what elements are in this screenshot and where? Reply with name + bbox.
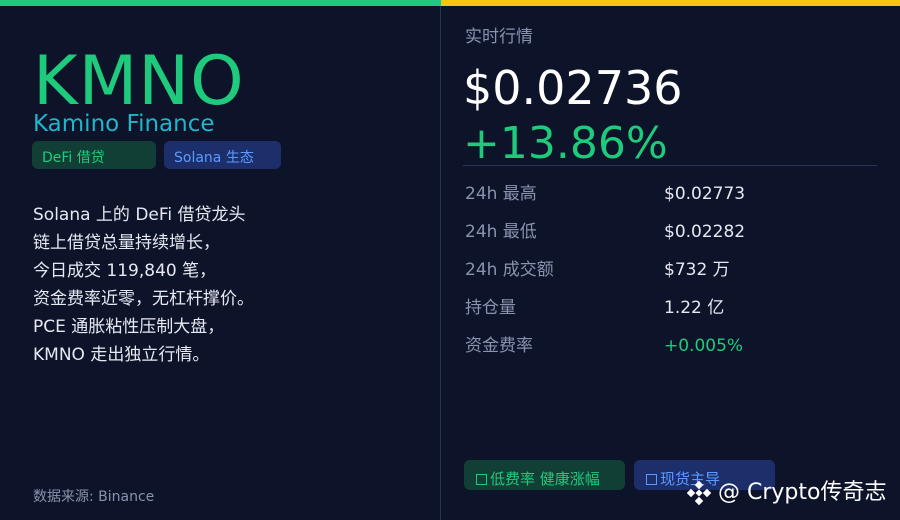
coin-description: Solana 上的 DeFi 借贷龙头 链上借贷总量持续增长， 今日成交 119… (33, 201, 254, 369)
tag-solana-ecosystem: Solana 生态 (164, 141, 281, 169)
stat-label-funding-rate: 资金费率 (465, 336, 533, 356)
data-source: 数据来源: Binance (33, 489, 155, 505)
stat-value-24h-volume: $732 万 (664, 260, 730, 280)
tag-defi-lending: DeFi 借贷 (32, 141, 156, 169)
description-line: Solana 上的 DeFi 借贷龙头 (33, 205, 246, 225)
coin-name: Kamino Finance (33, 111, 215, 137)
price-change: +13.86% (463, 118, 668, 169)
stat-value-24h-high: $0.02773 (664, 184, 746, 204)
description-line: 资金费率近零，无杠杆撑价。 (33, 289, 254, 309)
stats-divider (463, 165, 877, 166)
description-line: 今日成交 119,840 笔， (33, 261, 217, 281)
stat-value-funding-rate: +0.005% (664, 336, 744, 356)
stat-value-open-interest: 1.22 亿 (664, 298, 725, 318)
watermark: @ Crypto传奇志 (686, 478, 886, 508)
top-accent-bar-green (0, 0, 441, 6)
stat-label-open-interest: 持仓量 (465, 298, 516, 318)
binance-logo-icon (686, 480, 712, 506)
watermark-text: @ Crypto传奇志 (718, 480, 887, 505)
current-price: $0.02736 (463, 61, 683, 115)
stat-label-24h-volume: 24h 成交额 (465, 260, 554, 280)
coin-ticker: KMNO (33, 42, 245, 121)
panel-divider (440, 6, 441, 520)
stat-label-24h-low: 24h 最低 (465, 222, 537, 242)
stat-label-24h-high: 24h 最高 (465, 184, 537, 204)
badge-label: 低费率 健康涨幅 (490, 470, 600, 488)
badge-low-fee-healthy-rise: 低费率 健康涨幅 (464, 460, 625, 490)
stat-value-24h-low: $0.02282 (664, 222, 746, 242)
description-line: PCE 通胀粘性压制大盘， (33, 317, 225, 337)
check-box-icon (646, 474, 657, 485)
description-line: KMNO 走出独立行情。 (33, 345, 210, 365)
top-accent-bar-yellow (441, 0, 900, 6)
realtime-label: 实时行情 (465, 27, 533, 47)
description-line: 链上借贷总量持续增长， (33, 233, 220, 253)
check-box-icon (476, 474, 487, 485)
